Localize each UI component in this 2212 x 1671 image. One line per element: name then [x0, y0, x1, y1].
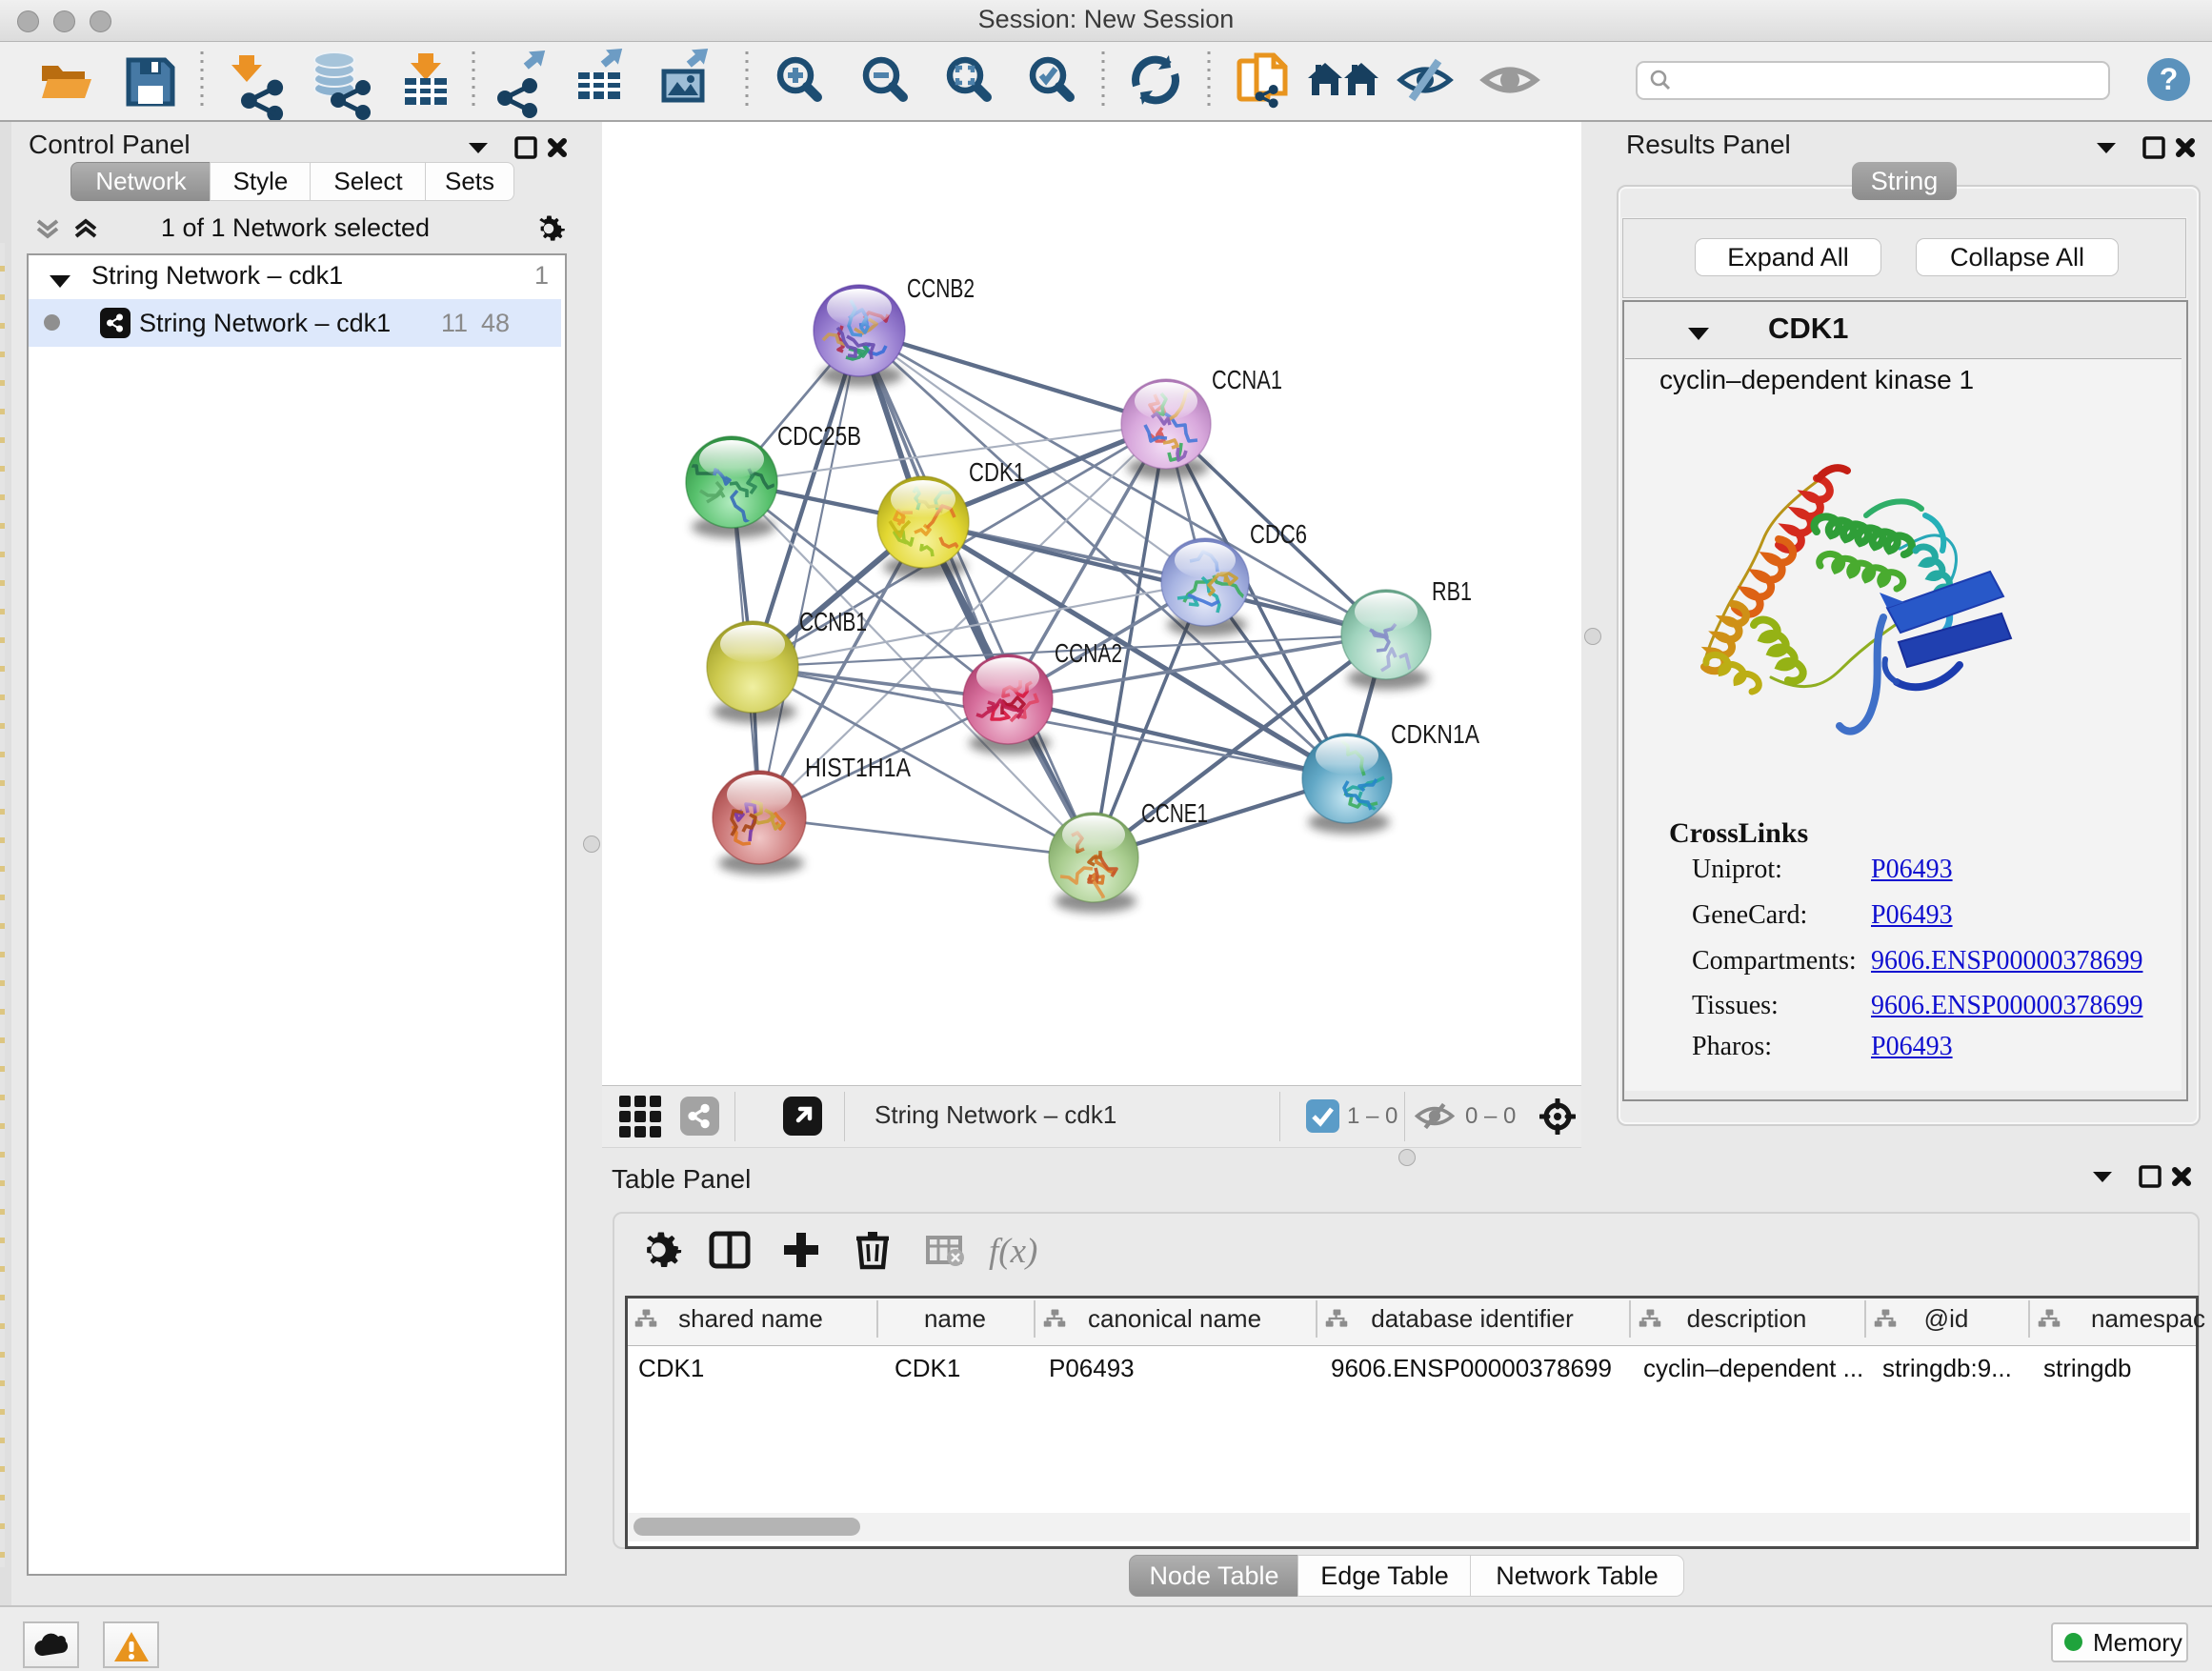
svg-text:CCNA2: CCNA2	[1055, 638, 1122, 668]
svg-text:CDKN1A: CDKN1A	[1391, 719, 1479, 749]
svg-text:CCNE1: CCNE1	[1141, 798, 1208, 828]
svg-text:CDK1: CDK1	[969, 457, 1025, 487]
svg-text:HIST1H1A: HIST1H1A	[805, 753, 911, 782]
svg-text:CDC6: CDC6	[1250, 519, 1307, 549]
svg-text:CCNB1: CCNB1	[799, 607, 867, 636]
svg-text:CDC25B: CDC25B	[777, 421, 861, 451]
svg-text:CCNB2: CCNB2	[907, 273, 975, 303]
svg-text:RB1: RB1	[1432, 576, 1472, 606]
svg-text:CCNA1: CCNA1	[1212, 365, 1282, 394]
